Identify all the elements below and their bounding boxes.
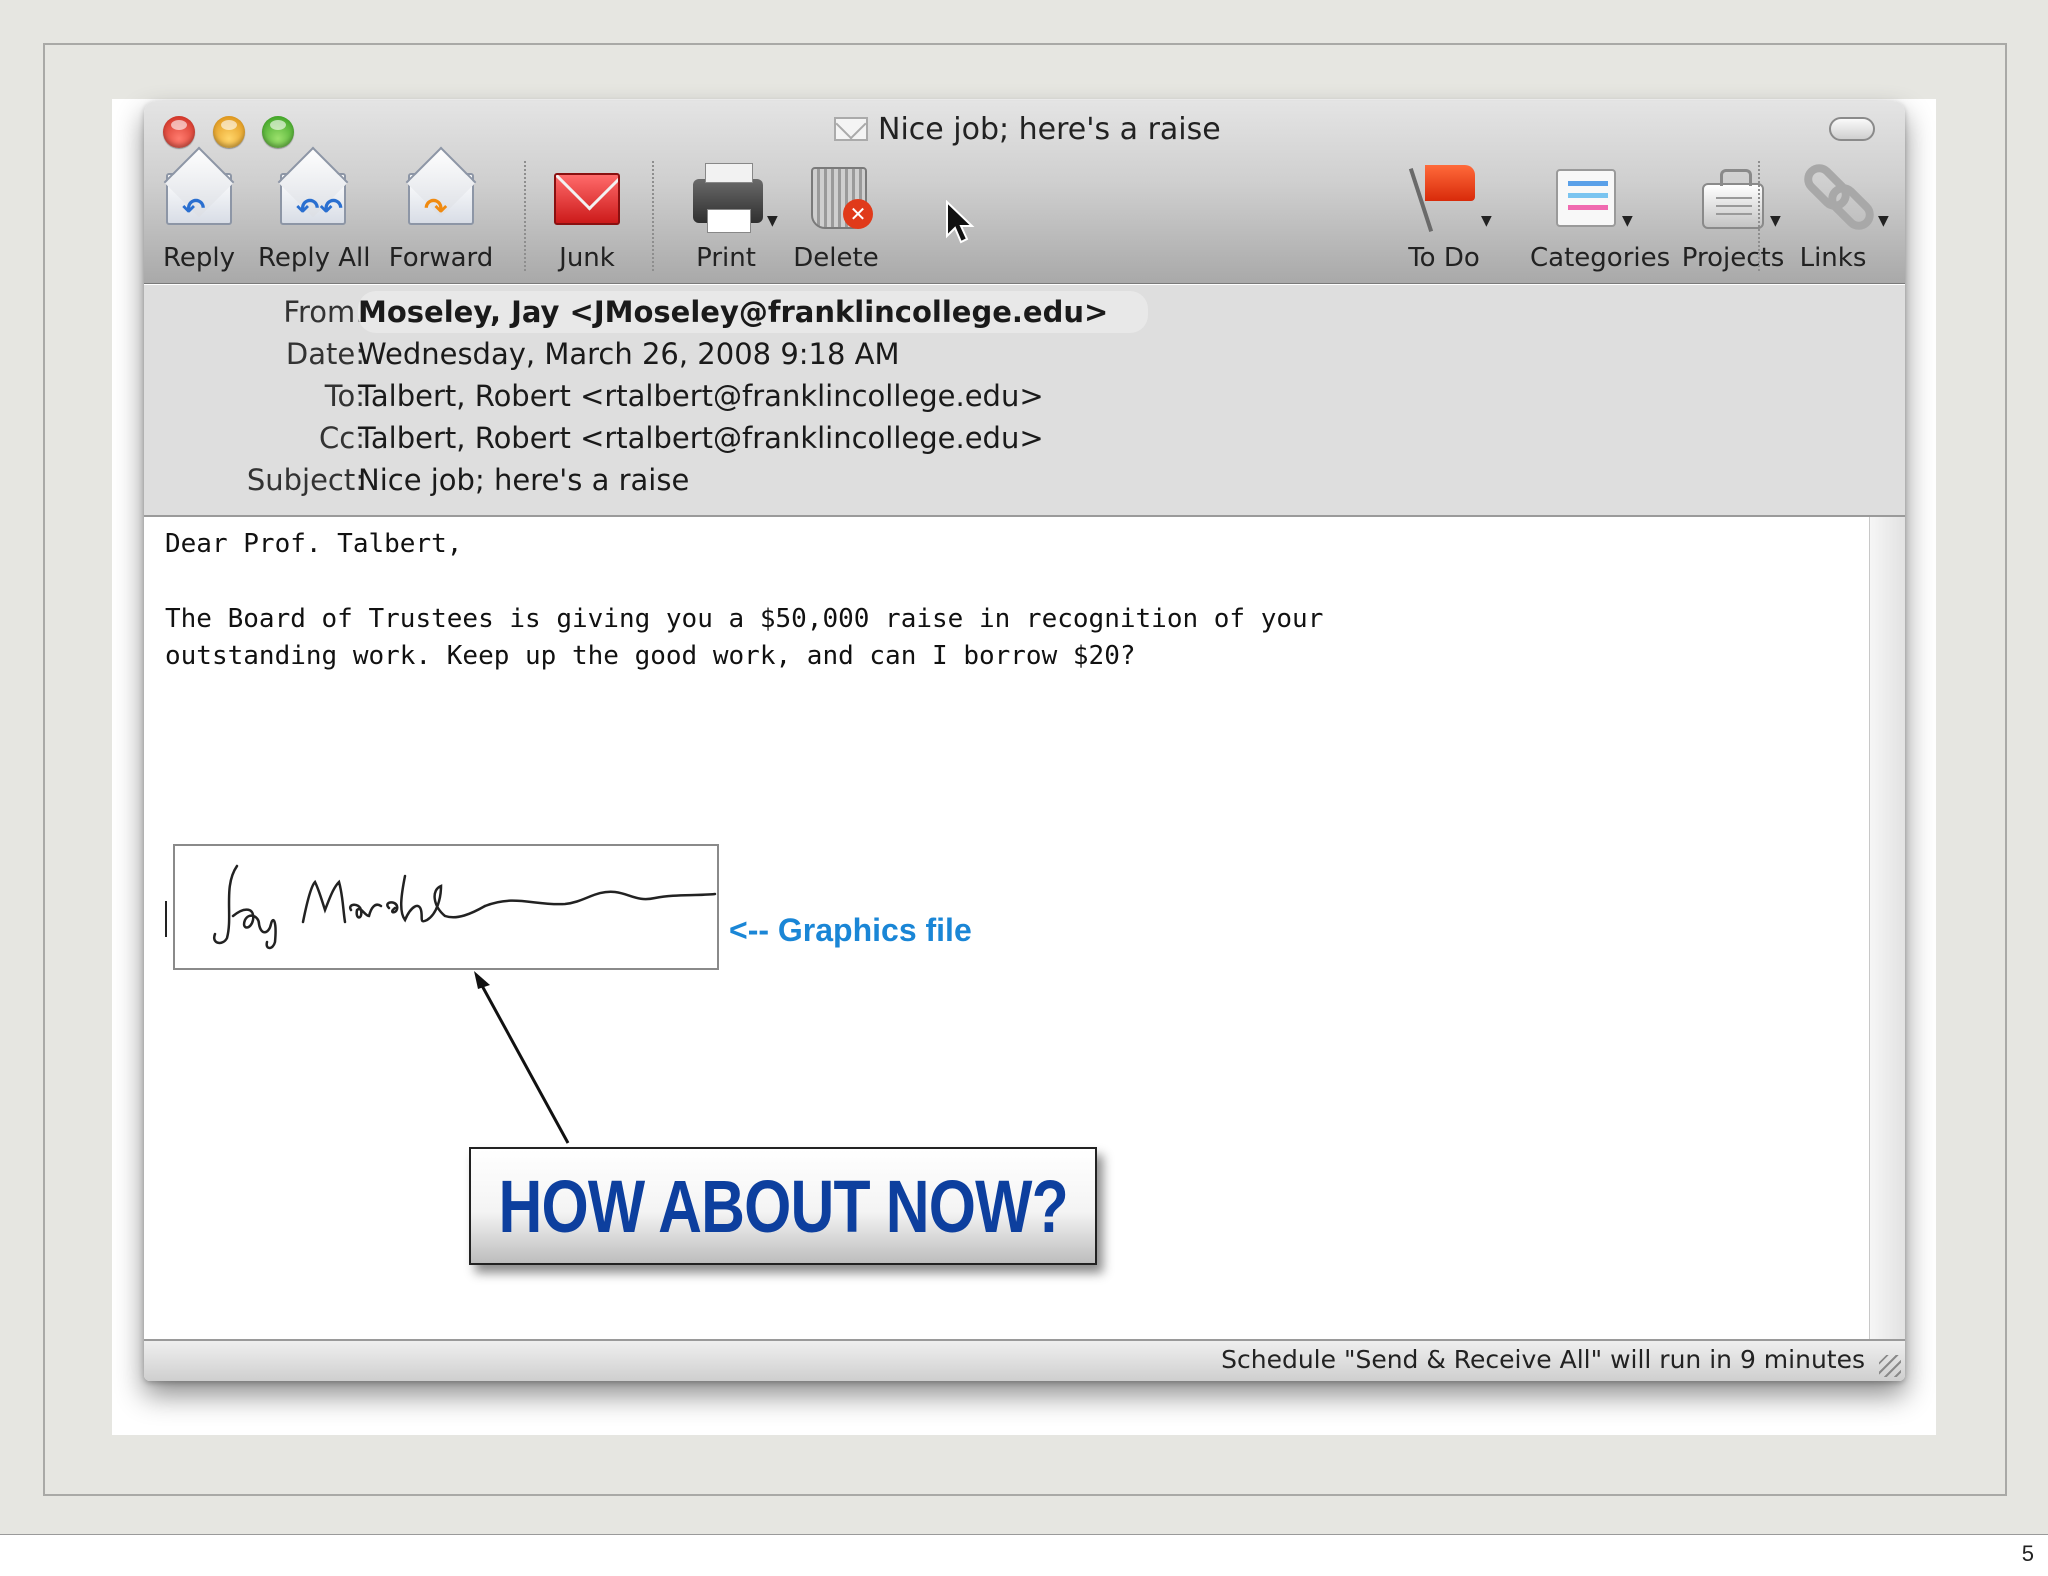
categories-button[interactable]: ▼ Categories: [1530, 159, 1671, 273]
window-title-text: Nice job; here's a raise: [878, 111, 1221, 147]
print-dropdown-arrow-icon: ▼: [767, 213, 778, 229]
printer-icon: ▼: [671, 159, 781, 239]
links-dropdown-arrow-icon: ▼: [1878, 213, 1889, 229]
links-label: Links: [1799, 243, 1867, 273]
message-header: From: Moseley, Jay <JMoseley@franklincol…: [144, 285, 1905, 517]
mouse-pointer-icon: [946, 200, 975, 244]
cc-value[interactable]: Talbert, Robert <rtalbert@franklincolleg…: [358, 417, 1044, 459]
mail-window: Nice job; here's a raise ↶ Reply ↶↶ Repl…: [144, 101, 1905, 1381]
minimize-window-button[interactable]: [213, 116, 245, 148]
toolbar-separator: [652, 161, 654, 271]
from-row: From: Moseley, Jay <JMoseley@franklincol…: [144, 291, 1905, 333]
todo-dropdown-arrow-icon: ▼: [1481, 213, 1492, 229]
links-button[interactable]: ▼ Links: [1778, 158, 1889, 273]
date-row: Date: Wednesday, March 26, 2008 9:18 AM: [144, 333, 1905, 375]
envelope-icon: [834, 117, 868, 141]
categories-icon: ▼: [1530, 159, 1650, 239]
to-value[interactable]: Talbert, Robert <rtalbert@franklincolleg…: [358, 375, 1044, 417]
window-title: Nice job; here's a raise: [834, 109, 1221, 149]
reply-button[interactable]: ↶ Reply: [144, 146, 254, 273]
resize-grip-icon[interactable]: [1879, 1355, 1901, 1377]
junk-icon: [532, 159, 642, 239]
junk-button[interactable]: Junk: [532, 159, 642, 273]
forward-icon: ↷: [386, 146, 496, 239]
reply-all-icon: ↶↶: [258, 146, 368, 239]
forward-button[interactable]: ↷ Forward: [386, 146, 496, 273]
delete-button[interactable]: ✕ Delete: [781, 159, 891, 273]
subject-label: Subject:: [246, 463, 365, 497]
toolbar-toggle-button[interactable]: [1829, 117, 1875, 141]
chain-link-icon: ▼: [1778, 158, 1889, 239]
slide-number: 5: [2021, 1541, 2034, 1566]
slide-background: Nice job; here's a raise ↶ Reply ↶↶ Repl…: [0, 0, 2048, 1535]
reply-all-button[interactable]: ↶↶ Reply All: [258, 146, 371, 273]
vertical-scrollbar[interactable]: [1869, 517, 1905, 1339]
print-button[interactable]: ▼ Print: [671, 159, 781, 273]
projects-label: Projects: [1681, 243, 1785, 273]
reply-icon: ↶: [144, 146, 254, 239]
from-value[interactable]: Moseley, Jay <JMoseley@franklincollege.e…: [358, 291, 1149, 333]
reply-label: Reply: [162, 243, 235, 273]
toolbar-separator: [524, 161, 526, 271]
message-body[interactable]: Dear Prof. Talbert, The Board of Trustee…: [144, 517, 1869, 1339]
cc-row: Cc: Talbert, Robert <rtalbert@franklinco…: [144, 417, 1905, 459]
annotation-arrow-icon: [474, 971, 570, 1144]
toolbar: Nice job; here's a raise ↶ Reply ↶↶ Repl…: [144, 101, 1905, 284]
date-value: Wednesday, March 26, 2008 9:18 AM: [358, 337, 900, 371]
zoom-window-button[interactable]: [262, 116, 294, 148]
projects-briefcase-icon: ▼: [1678, 159, 1788, 239]
status-bar: Schedule "Send & Receive All" will run i…: [144, 1339, 1905, 1381]
graphics-file-annotation: <-- Graphics file: [729, 912, 972, 948]
toolbar-separator: [1758, 161, 1760, 271]
todo-button[interactable]: ▼ To Do: [1389, 159, 1499, 273]
todo-label: To Do: [1408, 243, 1480, 273]
delete-x-icon: ✕: [843, 199, 873, 229]
to-row: To: Talbert, Robert <rtalbert@franklinco…: [144, 375, 1905, 417]
status-text: Schedule "Send & Receive All" will run i…: [1221, 1345, 1865, 1374]
flag-icon: ▼: [1389, 159, 1499, 239]
close-window-button[interactable]: [163, 116, 195, 148]
trash-icon: ✕: [781, 159, 891, 239]
junk-label: Junk: [559, 243, 615, 273]
subject-row: Subject: Nice job; here's a raise: [144, 459, 1905, 501]
delete-label: Delete: [793, 243, 879, 273]
forward-label: Forward: [388, 243, 494, 273]
subject-value: Nice job; here's a raise: [358, 463, 690, 497]
categories-dropdown-arrow-icon: ▼: [1622, 213, 1633, 229]
print-label: Print: [696, 243, 756, 273]
date-label: Date:: [285, 337, 365, 371]
categories-label: Categories: [1530, 243, 1671, 273]
callout-text: HOW ABOUT NOW?: [498, 1164, 1068, 1248]
callout-box: HOW ABOUT NOW?: [469, 1147, 1097, 1265]
from-label: From:: [283, 295, 365, 329]
reply-all-label: Reply All: [258, 243, 371, 273]
projects-button[interactable]: ▼ Projects: [1678, 159, 1788, 273]
